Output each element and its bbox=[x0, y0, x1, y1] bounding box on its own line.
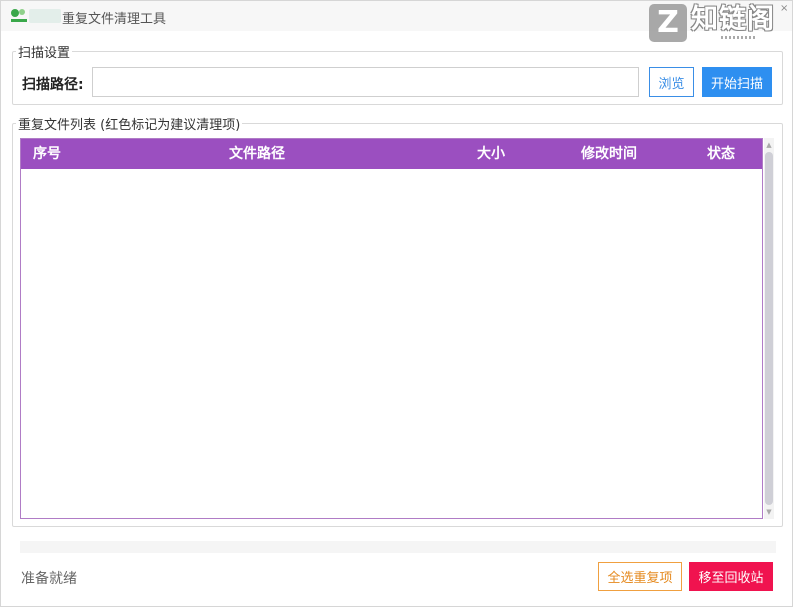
column-header-size[interactable]: 大小 bbox=[477, 139, 505, 169]
title-bar: 重复文件清理工具 Z 知链阁 × bbox=[1, 1, 792, 42]
status-text: 准备就绪 bbox=[21, 571, 77, 587]
browse-button[interactable]: 浏览 bbox=[649, 67, 694, 97]
start-scan-button[interactable]: 开始扫描 bbox=[702, 67, 772, 97]
column-header-modified[interactable]: 修改时间 bbox=[581, 139, 637, 169]
scroll-down-icon[interactable]: ▼ bbox=[765, 507, 773, 517]
move-to-recycle-bin-button[interactable]: 移至回收站 bbox=[689, 562, 773, 591]
scroll-up-icon[interactable]: ▲ bbox=[765, 140, 773, 150]
close-icon[interactable]: × bbox=[780, 3, 788, 14]
scan-path-input[interactable] bbox=[92, 67, 639, 97]
file-list-legend: 重复文件列表 (红色标记为建议清理项) bbox=[16, 114, 243, 133]
scan-progress-bar bbox=[20, 541, 776, 553]
scroll-thumb[interactable] bbox=[765, 152, 773, 505]
app-window: 重复文件清理工具 Z 知链阁 × 扫描设置 扫描路径: 浏览 开始扫描 重复文件… bbox=[0, 0, 793, 607]
column-header-status[interactable]: 状态 bbox=[707, 139, 735, 169]
table-header: 序号 文件路径 大小 修改时间 状态 bbox=[21, 139, 762, 169]
watermark-subline bbox=[721, 36, 757, 39]
duplicate-file-table[interactable]: 序号 文件路径 大小 修改时间 状态 bbox=[20, 138, 763, 519]
column-header-path[interactable]: 文件路径 bbox=[229, 139, 285, 169]
table-scrollbar[interactable]: ▲ ▼ bbox=[764, 138, 774, 519]
column-header-index[interactable]: 序号 bbox=[33, 139, 61, 169]
watermark-letter: Z bbox=[657, 5, 679, 40]
select-all-duplicates-button[interactable]: 全选重复项 bbox=[598, 562, 682, 591]
scan-settings-legend: 扫描设置 bbox=[16, 42, 73, 61]
app-icon bbox=[11, 9, 27, 22]
watermark-logo: Z 知链阁 bbox=[647, 2, 787, 44]
scan-path-label: 扫描路径: bbox=[22, 77, 84, 93]
window-title: 重复文件清理工具 bbox=[62, 12, 167, 27]
title-redacted bbox=[29, 9, 61, 23]
watermark-text: 知链阁 bbox=[691, 4, 775, 35]
